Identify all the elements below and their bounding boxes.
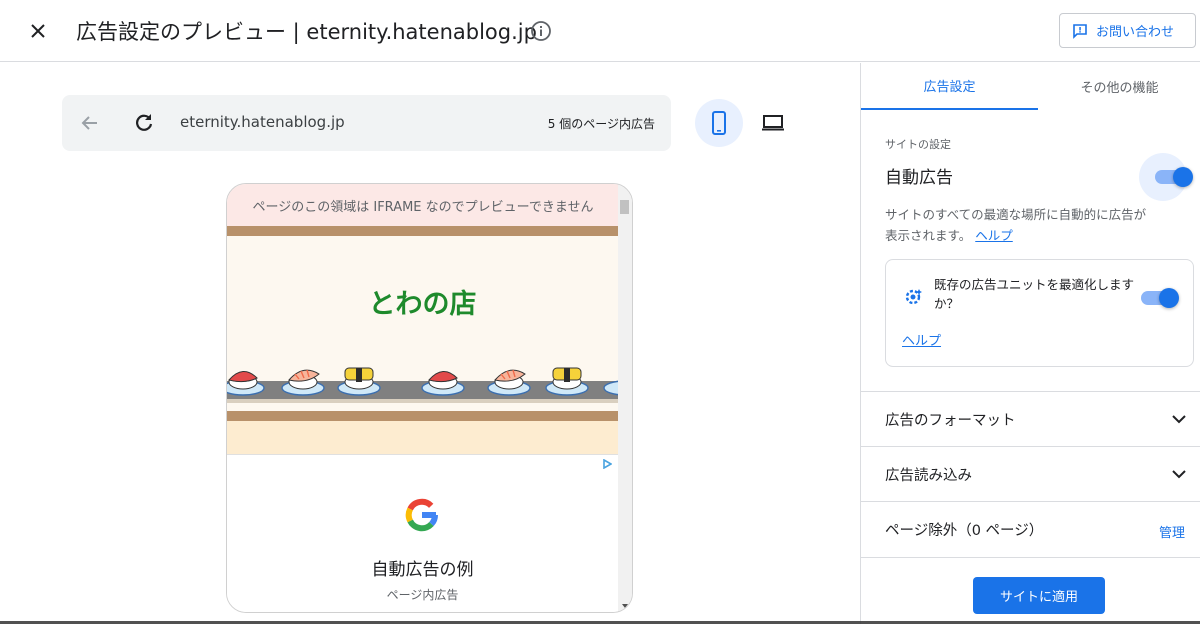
chevron-down-icon bbox=[1172, 415, 1186, 424]
auto-ads-label: 自動広告 bbox=[885, 168, 953, 188]
smartphone-icon bbox=[712, 111, 726, 135]
desktop-view-button[interactable] bbox=[749, 99, 797, 147]
feedback-icon bbox=[1073, 23, 1087, 39]
header-band bbox=[227, 226, 618, 236]
chevron-down-icon bbox=[1172, 470, 1186, 479]
toggle-knob bbox=[1173, 167, 1193, 187]
optimize-toggle[interactable] bbox=[1141, 288, 1179, 308]
optimize-text: 既存の広告ユニットを最適化しますか？ bbox=[934, 277, 1135, 311]
blog-header-image: とわの店 bbox=[227, 226, 632, 454]
auto-ads-description: サイトのすべての最適な場所に自動的に広告が表示されます。 ヘルプ bbox=[885, 204, 1155, 246]
mobile-view-button[interactable] bbox=[695, 99, 743, 147]
manage-link[interactable]: 管理 bbox=[1159, 522, 1185, 541]
back-arrow-icon[interactable] bbox=[78, 111, 102, 135]
optimize-ad-units-card: 既存の広告ユニットを最適化しますか？ ヘルプ bbox=[885, 259, 1194, 367]
reload-icon[interactable] bbox=[132, 111, 156, 135]
auto-optimize-gear-icon bbox=[905, 289, 922, 305]
toggle-knob bbox=[1159, 288, 1179, 308]
sushi-shrimp-icon bbox=[281, 369, 325, 396]
page-exclusions-label: ページ除外（0 ページ） bbox=[885, 522, 1044, 539]
conveyor-rail bbox=[227, 399, 618, 403]
sushi-shrimp-icon bbox=[487, 369, 531, 396]
scroll-down-arrow-icon[interactable] bbox=[622, 604, 628, 608]
google-logo-icon bbox=[405, 498, 438, 532]
sushi-tuna-icon bbox=[227, 371, 265, 396]
auto-ads-help-link[interactable]: ヘルプ bbox=[975, 228, 1013, 243]
ad-example-subtitle: ページ内広告 bbox=[386, 588, 459, 602]
counter-band bbox=[227, 411, 618, 421]
tab-ad-settings[interactable]: 広告設定 bbox=[861, 63, 1038, 110]
optimize-help-link[interactable]: ヘルプ bbox=[902, 330, 941, 349]
adchoices-icon[interactable] bbox=[602, 459, 612, 469]
preview-scrollbar[interactable] bbox=[618, 184, 632, 612]
mobile-preview-frame[interactable]: ページのこの領域は IFRAME なのでプレビューできません とわの店 自動広告… bbox=[226, 183, 633, 613]
ad-formats-label: 広告のフォーマット bbox=[885, 412, 1016, 429]
preview-pane: eternity.hatenablog.jp 5 個のページ内広告 ページのこの… bbox=[0, 63, 860, 624]
auto-ads-desc-text: サイトのすべての最適な場所に自動的に広告が表示されます。 bbox=[885, 207, 1147, 243]
contact-button[interactable]: お問い合わせ bbox=[1059, 13, 1196, 48]
page-title: 広告設定のプレビュー | eternity.hatenablog.jp bbox=[76, 20, 537, 44]
ad-example-box[interactable]: 自動広告の例 ページ内広告 bbox=[227, 454, 618, 612]
settings-tabs: 広告設定 その他の機能 bbox=[861, 63, 1200, 110]
scrollbar-thumb[interactable] bbox=[620, 200, 629, 214]
preview-url: eternity.hatenablog.jp bbox=[180, 113, 345, 131]
sushi-tamago-icon bbox=[545, 367, 589, 396]
sushi-tuna-icon bbox=[421, 371, 465, 396]
page-exclusions-row: ページ除外（0 ページ） 管理 bbox=[861, 501, 1200, 556]
section-label: サイトの設定 bbox=[885, 138, 951, 151]
auto-ads-toggle[interactable] bbox=[1155, 167, 1193, 187]
ad-load-row[interactable]: 広告読み込み bbox=[861, 446, 1200, 501]
settings-panel: 広告設定 その他の機能 サイトの設定 自動広告 サイトのすべての最適な場所に自動… bbox=[860, 63, 1200, 624]
ad-load-label: 広告読み込み bbox=[885, 467, 972, 484]
ad-formats-row[interactable]: 広告のフォーマット bbox=[861, 391, 1200, 446]
iframe-notice: ページのこの領域は IFRAME なのでプレビューできません bbox=[227, 184, 619, 226]
info-icon[interactable] bbox=[530, 20, 552, 42]
top-bar: 広告設定のプレビュー | eternity.hatenablog.jp お問い合… bbox=[0, 0, 1200, 62]
ad-example-title: 自動広告の例 bbox=[371, 560, 474, 580]
blog-title: とわの店 bbox=[368, 289, 477, 320]
tab-other-features[interactable]: その他の機能 bbox=[1038, 63, 1200, 110]
apply-to-site-button[interactable]: サイトに適用 bbox=[973, 577, 1105, 614]
preview-url-bar: eternity.hatenablog.jp 5 個のページ内広告 bbox=[62, 95, 671, 151]
counter-top bbox=[227, 421, 618, 454]
ad-count: 5 個のページ内広告 bbox=[547, 117, 655, 131]
close-icon[interactable] bbox=[26, 19, 50, 43]
laptop-icon bbox=[762, 115, 784, 131]
contact-label: お問い合わせ bbox=[1096, 25, 1175, 40]
sushi-tamago-icon bbox=[337, 367, 381, 396]
